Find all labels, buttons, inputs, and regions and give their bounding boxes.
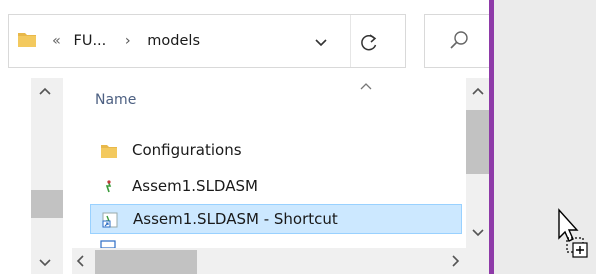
partial-file-icon xyxy=(100,240,116,248)
solidworks-assembly-icon xyxy=(105,180,112,193)
address-divider xyxy=(350,15,351,67)
sort-ascending-icon xyxy=(360,83,372,90)
scroll-down-arrow-icon[interactable] xyxy=(471,228,485,238)
scroll-up-arrow-icon[interactable] xyxy=(38,86,52,96)
breadcrumb-item-current[interactable]: models xyxy=(147,30,200,52)
refresh-icon[interactable] xyxy=(356,29,382,55)
scroll-up-arrow-icon[interactable] xyxy=(471,86,485,96)
drag-copy-cursor-icon xyxy=(558,208,588,258)
scroll-down-arrow-icon[interactable] xyxy=(38,258,52,268)
list-item-selected[interactable]: Assem1.SLDASM - Shortcut xyxy=(90,204,462,234)
chevron-down-icon[interactable] xyxy=(312,34,330,50)
breadcrumb[interactable]: « FU... › models xyxy=(52,30,200,52)
breadcrumb-overflow[interactable]: « xyxy=(52,30,61,52)
file-list-scrollbar[interactable] xyxy=(466,78,489,274)
file-list-scroll-thumb[interactable] xyxy=(466,110,489,174)
list-item[interactable]: Assem1.SLDASM xyxy=(90,172,462,202)
nav-pane-scroll-thumb[interactable] xyxy=(31,190,63,218)
file-name: Assem1.SLDASM - Shortcut xyxy=(133,210,338,228)
folder-icon xyxy=(101,145,117,158)
nav-pane-scrollbar[interactable] xyxy=(31,78,63,274)
breadcrumb-item-parent[interactable]: FU... xyxy=(73,30,106,52)
scroll-right-arrow-icon[interactable] xyxy=(451,254,461,268)
breadcrumb-separator[interactable]: › xyxy=(125,30,131,52)
column-header-name[interactable]: Name xyxy=(95,92,136,108)
shortcut-icon xyxy=(102,212,118,228)
search-icon[interactable] xyxy=(448,29,470,53)
folder-icon xyxy=(18,33,36,47)
scroll-left-arrow-icon[interactable] xyxy=(75,254,85,268)
list-item[interactable]: Configurations xyxy=(90,136,462,166)
file-name: Configurations xyxy=(132,141,242,159)
horizontal-scroll-thumb[interactable] xyxy=(95,250,197,274)
file-name: Assem1.SLDASM xyxy=(132,177,258,195)
